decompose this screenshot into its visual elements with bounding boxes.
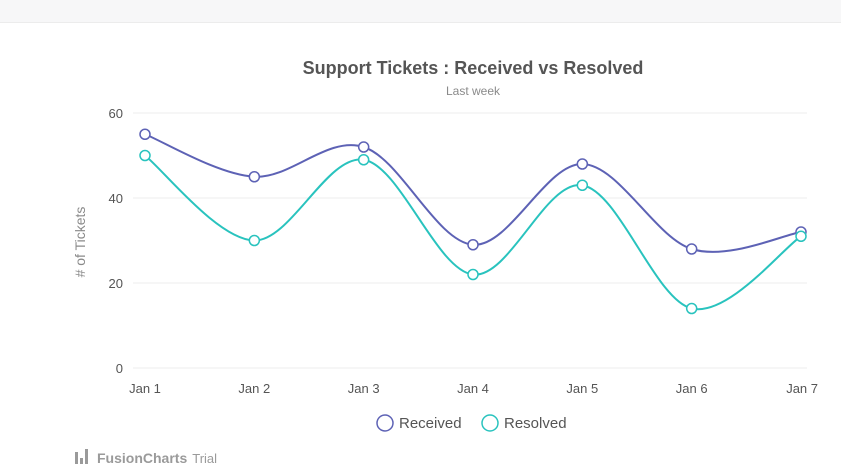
legend-marker-resolved xyxy=(481,414,499,432)
data-point-resolved[interactable] xyxy=(467,268,479,281)
watermark-brand: FusionCharts xyxy=(97,450,187,466)
y-axis-ticks: 0 20 40 60 xyxy=(109,106,123,376)
x-tick-label: Jan 2 xyxy=(238,381,270,396)
y-tick-label: 60 xyxy=(109,106,123,121)
y-tick-label: 20 xyxy=(109,276,123,291)
chart-title: Support Tickets : Received vs Resolved xyxy=(303,58,644,78)
y-tick-label: 0 xyxy=(116,361,123,376)
x-axis-ticks: Jan 1 Jan 2 Jan 3 Jan 4 Jan 5 Jan 6 Jan 7 xyxy=(129,381,818,396)
fusioncharts-logo-icon xyxy=(75,449,88,464)
x-tick-label: Jan 6 xyxy=(676,381,708,396)
data-point-received[interactable] xyxy=(248,171,261,183)
data-point-resolved[interactable] xyxy=(685,302,698,315)
data-point-resolved[interactable] xyxy=(139,149,151,162)
data-point-received[interactable] xyxy=(357,141,370,153)
y-axis-label: # of Tickets xyxy=(72,207,88,278)
x-tick-label: Jan 7 xyxy=(786,381,818,396)
legend-marker-received xyxy=(376,414,394,432)
chart: Support Tickets : Received vs Resolved L… xyxy=(72,58,818,466)
data-point-received[interactable] xyxy=(139,128,151,140)
x-tick-label: Jan 4 xyxy=(457,381,489,396)
series-line-resolved xyxy=(144,154,802,311)
data-point-received[interactable] xyxy=(685,243,698,255)
data-point-received[interactable] xyxy=(576,158,589,170)
data-point-resolved[interactable] xyxy=(795,230,807,242)
y-tick-label: 40 xyxy=(109,191,123,206)
legend-item-resolved[interactable]: Resolved xyxy=(481,414,567,432)
legend-label-received: Received xyxy=(399,415,462,432)
x-tick-label: Jan 5 xyxy=(566,381,598,396)
watermark: FusionCharts Trial xyxy=(75,449,217,466)
series-line-received xyxy=(144,133,802,253)
data-point-received[interactable] xyxy=(467,239,479,251)
svg-text:FusionChartsTrial: FusionCharts Trial xyxy=(97,450,217,466)
legend: Received Resolved xyxy=(376,414,567,432)
legend-label-resolved: Resolved xyxy=(504,415,567,432)
legend-item-received[interactable]: Received xyxy=(376,414,462,432)
data-point-resolved[interactable] xyxy=(576,179,589,191)
x-tick-label: Jan 3 xyxy=(348,381,380,396)
data-point-resolved[interactable] xyxy=(248,234,261,247)
chart-subtitle: Last week xyxy=(446,84,501,98)
watermark-suffix: Trial xyxy=(192,451,217,466)
data-point-resolved[interactable] xyxy=(357,154,370,166)
x-tick-label: Jan 1 xyxy=(129,381,161,396)
series-points xyxy=(139,128,807,315)
